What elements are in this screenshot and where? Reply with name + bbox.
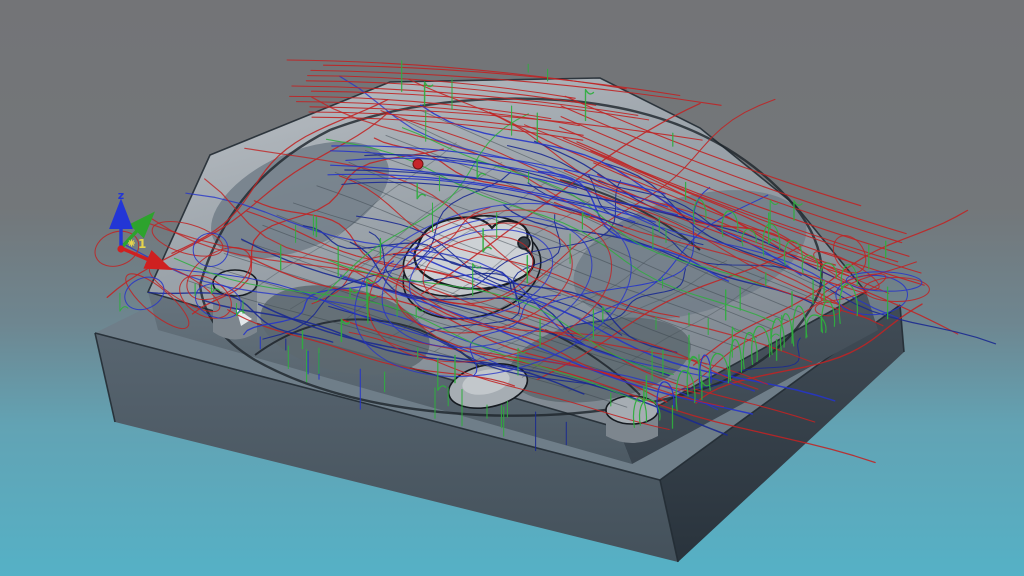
workplane-star-icon [128,240,135,247]
cam-3d-viewport[interactable]: z 1 [0,0,1024,576]
model-scene: z 1 [0,0,1024,576]
workplane-label: 1 [138,237,146,251]
z-axis-label: z [118,189,124,202]
axis-triad: z 1 [117,189,163,266]
origin-point [117,245,124,252]
reference-point-marker [413,159,423,169]
